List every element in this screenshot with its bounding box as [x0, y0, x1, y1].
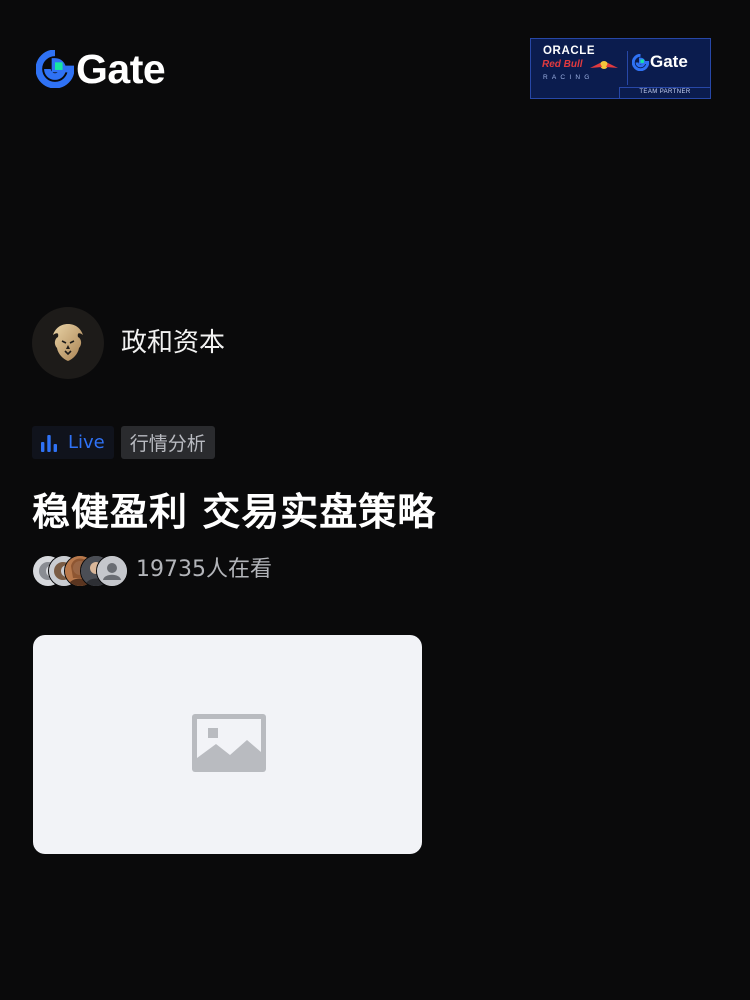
stream-title: 稳健盈利 交易实盘策略 [32, 490, 437, 534]
brand-name: Gate [76, 46, 166, 92]
team-partner-badge: ORACLE Red Bull RACING Gate TEAM PARTNER [530, 38, 711, 99]
badge-divider [627, 51, 628, 85]
viewer-avatars [32, 553, 128, 587]
redbull-text: Red Bull [542, 59, 583, 70]
redbull-bulls-icon [590, 61, 618, 69]
gate-logo-icon [36, 50, 74, 88]
gate-logo[interactable]: Gate [36, 46, 166, 92]
host-name[interactable]: 政和资本 [121, 326, 225, 360]
default-user-icon [97, 556, 127, 586]
stream-tags: Live 行情分析 [32, 426, 215, 459]
oracle-text: ORACLE [543, 45, 596, 57]
gate-mark-icon [632, 53, 649, 71]
viewer-avatar [96, 555, 128, 587]
live-bars-icon [41, 434, 57, 452]
host-avatar[interactable] [32, 307, 104, 379]
viewer-info: 19735人在看 [32, 552, 272, 588]
viewer-count: 19735人在看 [136, 557, 272, 582]
team-partner-label: TEAM PARTNER [619, 87, 710, 98]
image-placeholder-icon [192, 714, 266, 772]
badge-gate-logo: Gate [632, 52, 688, 72]
live-badge: Live [32, 426, 114, 459]
category-tag[interactable]: 行情分析 [120, 426, 215, 459]
host-info[interactable]: 政和资本 [32, 307, 225, 379]
oracle-redbull-racing-logo: ORACLE Red Bull RACING [537, 44, 627, 89]
badge-gate-text: Gate [650, 52, 688, 71]
stream-thumbnail[interactable] [33, 635, 422, 854]
live-stream-page: Gate ORACLE Red Bull RACING Gate TEAM PA… [0, 0, 750, 1000]
racing-text: RACING [543, 74, 594, 81]
lion-logo-icon [53, 324, 83, 361]
live-label: Live [68, 432, 105, 453]
category-label: 行情分析 [129, 433, 206, 455]
